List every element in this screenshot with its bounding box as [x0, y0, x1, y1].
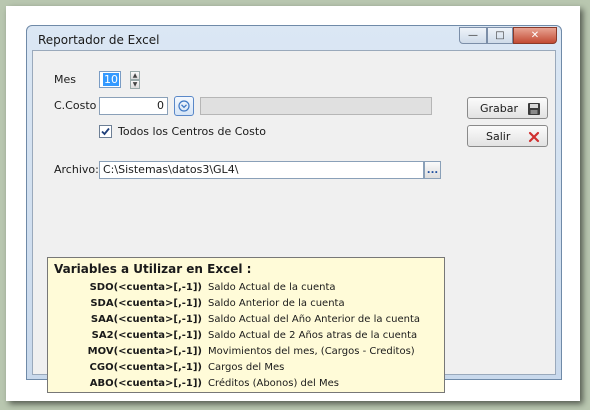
archivo-input[interactable]: C:\Sistemas\datos3\GL4\: [99, 161, 424, 179]
variables-panel: Variables a Utilizar en Excel : SDO(<cue…: [47, 257, 445, 393]
close-x-icon: [528, 131, 540, 143]
window-title: Reportador de Excel: [38, 33, 160, 47]
salir-label: Salir: [486, 129, 511, 143]
variable-description: Saldo Actual de la cuenta: [208, 282, 336, 293]
variable-function: SAA(<cuenta>[,-1]): [90, 314, 202, 325]
variable-row: SDA(<cuenta>[,-1]) Saldo Anterior de la …: [48, 298, 444, 314]
mes-value: 10: [103, 73, 119, 86]
variable-function: ABO(<cuenta>[,-1]): [89, 378, 202, 389]
save-icon: [528, 103, 540, 115]
mes-label: Mes: [54, 73, 76, 86]
ccosto-lookup-button[interactable]: [174, 96, 194, 116]
close-icon: ✕: [530, 30, 540, 41]
ccosto-label: C.Costo: [54, 99, 97, 112]
todos-checkbox[interactable]: [99, 125, 112, 138]
form-area: Mes 10 ▲ ▼ C.Costo 0 Todos los Centros d…: [32, 50, 556, 393]
variable-row: SDO(<cuenta>[,-1]) Saldo Actual de la cu…: [48, 282, 444, 298]
maximize-icon: □: [495, 30, 505, 41]
variable-function: CGO(<cuenta>[,-1]): [89, 362, 202, 373]
mes-decrement-button[interactable]: ▼: [130, 80, 140, 89]
grabar-button[interactable]: Grabar: [467, 97, 548, 119]
variable-function: SA2(<cuenta>[,-1]): [91, 330, 202, 341]
mes-increment-button[interactable]: ▲: [130, 71, 140, 80]
variable-description: Saldo Actual de 2 Años atras de la cuent…: [208, 330, 418, 341]
archivo-label: Archivo:: [54, 163, 99, 176]
minimize-icon: —: [468, 30, 478, 41]
variable-row: CGO(<cuenta>[,-1]) Cargos del Mes: [48, 362, 444, 378]
arrow-up-icon: ▲: [132, 72, 138, 79]
variable-function: MOV(<cuenta>[,-1]): [87, 346, 202, 357]
ccosto-input[interactable]: 0: [99, 97, 168, 115]
minimize-button[interactable]: —: [459, 27, 487, 44]
checkmark-icon: [101, 127, 110, 136]
grabar-label: Grabar: [480, 101, 519, 115]
browse-button[interactable]: ...: [424, 161, 441, 179]
chevron-down-icon: [178, 100, 190, 112]
ccosto-description: [200, 97, 432, 115]
variable-description: Créditos (Abonos) del Mes: [208, 378, 339, 389]
excel-reporter-window: Reportador de Excel — □ ✕ Mes 10 ▲ ▼ C.C…: [26, 25, 562, 393]
salir-button[interactable]: Salir: [467, 125, 548, 147]
variable-row: ABO(<cuenta>[,-1]) Créditos (Abonos) del…: [48, 378, 444, 394]
variable-function: SDO(<cuenta>[,-1]): [89, 282, 202, 293]
mes-input[interactable]: 10: [99, 71, 121, 88]
variable-description: Saldo Anterior de la cuenta: [208, 298, 345, 309]
todos-label: Todos los Centros de Costo: [118, 125, 266, 138]
close-window-button[interactable]: ✕: [513, 27, 557, 44]
maximize-button[interactable]: □: [487, 27, 513, 44]
variable-row: SA2(<cuenta>[,-1]) Saldo Actual de 2 Año…: [48, 330, 444, 346]
variable-description: Movimientos del mes, (Cargos - Creditos): [208, 346, 415, 357]
arrow-down-icon: ▼: [132, 81, 138, 88]
variable-description: Cargos del Mes: [208, 362, 285, 373]
variable-row: MOV(<cuenta>[,-1]) Movimientos del mes, …: [48, 346, 444, 362]
variable-function: SDA(<cuenta>[,-1]): [90, 298, 202, 309]
ellipsis-icon: ...: [426, 164, 439, 176]
variable-row: SAA(<cuenta>[,-1]) Saldo Actual del Año …: [48, 314, 444, 330]
variables-title: Variables a Utilizar en Excel :: [54, 262, 252, 276]
variable-description: Saldo Actual del Año Anterior de la cuen…: [208, 314, 421, 325]
